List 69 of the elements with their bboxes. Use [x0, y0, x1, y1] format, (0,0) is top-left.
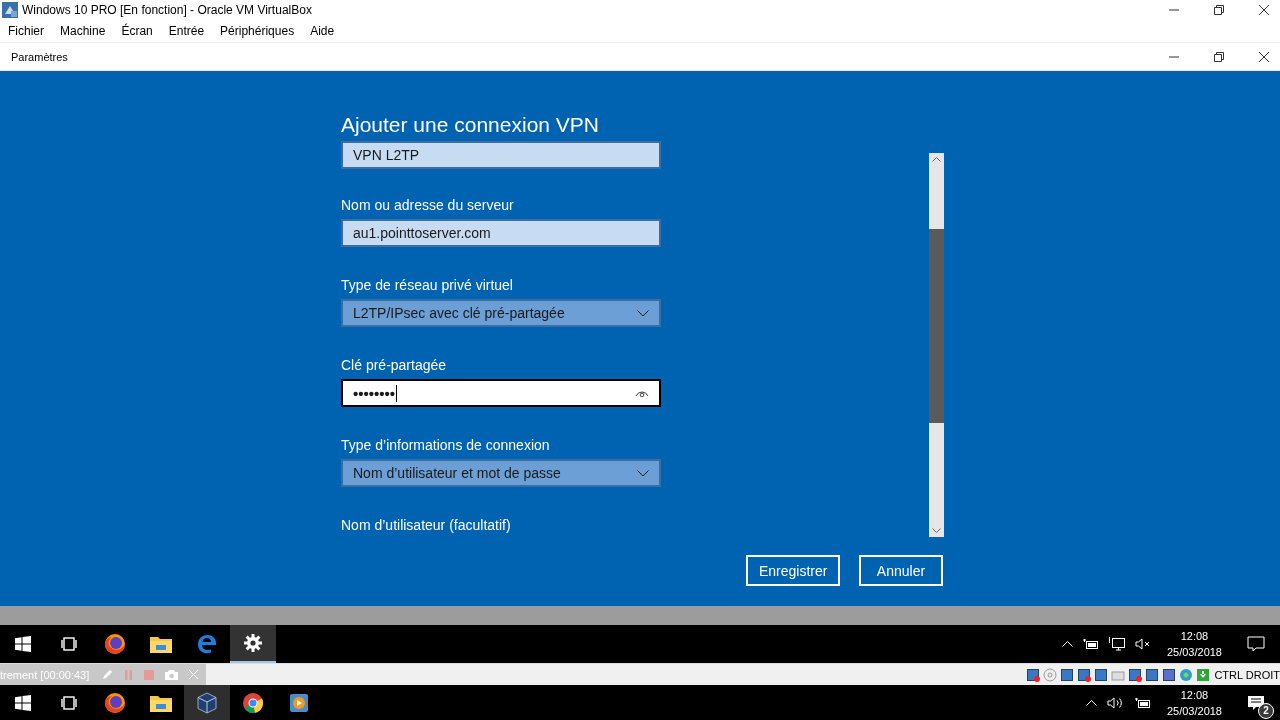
window-title: Paramètres: [11, 50, 68, 63]
window-title: Windows 10 PRO [En fonction] - Oracle VM VirtualBox: [22, 3, 313, 17]
scroll-down-icon[interactable]: [932, 528, 941, 533]
field-label: Type de réseau privé virtuel: [341, 277, 514, 295]
audio-icon[interactable]: [1060, 667, 1075, 682]
close-icon[interactable]: [1259, 5, 1269, 15]
menu-item[interactable]: Écran: [121, 24, 153, 38]
text-field[interactable]: au1.pointtoserver.com: [341, 219, 661, 247]
scrollbar-thumb[interactable]: [929, 229, 944, 423]
clock-time[interactable]: 12:08: [1180, 628, 1209, 645]
menu-item[interactable]: Aide: [310, 24, 335, 38]
folder-icon: [150, 635, 172, 654]
eye-icon[interactable]: [635, 389, 649, 397]
dropdown[interactable]: Nom d’utilisateur et mot de passe: [341, 459, 661, 487]
chevron-down-icon: [637, 469, 649, 477]
mute-icon[interactable]: [1134, 638, 1151, 651]
host-key-label: CTRL DROIT: [1214, 668, 1280, 681]
task-view-icon: [60, 695, 78, 710]
play-icon: [289, 692, 309, 713]
video-capture-icon[interactable]: [1145, 667, 1160, 682]
volume-icon[interactable]: [1106, 696, 1125, 709]
chevron-up-icon[interactable]: [1085, 699, 1097, 706]
settings-icon: [244, 634, 262, 653]
clock-date[interactable]: 25/03/2018: [1166, 644, 1222, 661]
browser-icon: [104, 691, 126, 714]
field-label: Nom ou adresse du serveur: [341, 197, 515, 215]
cube-icon: [197, 691, 217, 714]
field-label: Type d’informations de connexion: [341, 437, 551, 455]
task-view-icon: [60, 637, 78, 652]
cancel-button[interactable]: Annuler: [859, 555, 943, 586]
menu-item[interactable]: Entrée: [168, 24, 205, 38]
scroll-up-icon[interactable]: [932, 157, 941, 162]
browser-icon: [197, 634, 217, 655]
usb-icon[interactable]: [1094, 667, 1109, 682]
dialog-title: Ajouter une connexion VPN: [341, 113, 599, 137]
chevron-down-icon: [637, 309, 649, 317]
notification-badge: 2: [1258, 702, 1274, 719]
close-icon[interactable]: [1259, 51, 1269, 62]
menu-item[interactable]: Périphériques: [220, 24, 295, 38]
folder-icon: [150, 693, 172, 712]
dropdown[interactable]: L2TP/IPsec avec clé pré-partagée: [341, 299, 661, 327]
field-label: Nom d’utilisateur (facultatif): [341, 517, 512, 535]
clock-time[interactable]: 12:08: [1180, 686, 1209, 703]
save-button[interactable]: Enregistrer: [746, 555, 840, 586]
app-icon: [2, 2, 18, 18]
clock-date[interactable]: 25/03/2018: [1166, 702, 1222, 719]
windows-logo-icon: [15, 694, 31, 711]
battery-icon[interactable]: [1134, 697, 1151, 708]
processor-icon[interactable]: [1162, 667, 1177, 682]
download-icon[interactable]: [1196, 667, 1211, 682]
restore-icon[interactable]: [1214, 51, 1224, 62]
password-field[interactable]: ••••••••: [341, 379, 661, 407]
notification-icon[interactable]: [1247, 636, 1265, 653]
chevron-up-icon[interactable]: [1061, 641, 1073, 648]
taskbar-button[interactable]: [230, 625, 276, 664]
text-field[interactable]: VPN L2TP: [341, 141, 661, 169]
network-icon[interactable]: [1077, 667, 1092, 682]
menu-item[interactable]: Fichier: [8, 24, 44, 38]
windows-logo-icon: [15, 636, 31, 653]
display-icon[interactable]: [1128, 667, 1143, 682]
field-label: Clé pré-partagée: [341, 357, 448, 375]
notification-icon[interactable]: [1247, 694, 1265, 711]
battery-icon[interactable]: [1082, 639, 1099, 650]
minimize-icon[interactable]: [1169, 55, 1179, 58]
menu-item[interactable]: Machine: [60, 24, 106, 38]
restore-icon[interactable]: [1214, 5, 1224, 15]
browser-icon: [104, 633, 126, 656]
network-icon[interactable]: [1108, 637, 1125, 652]
browser-icon: [242, 691, 264, 714]
